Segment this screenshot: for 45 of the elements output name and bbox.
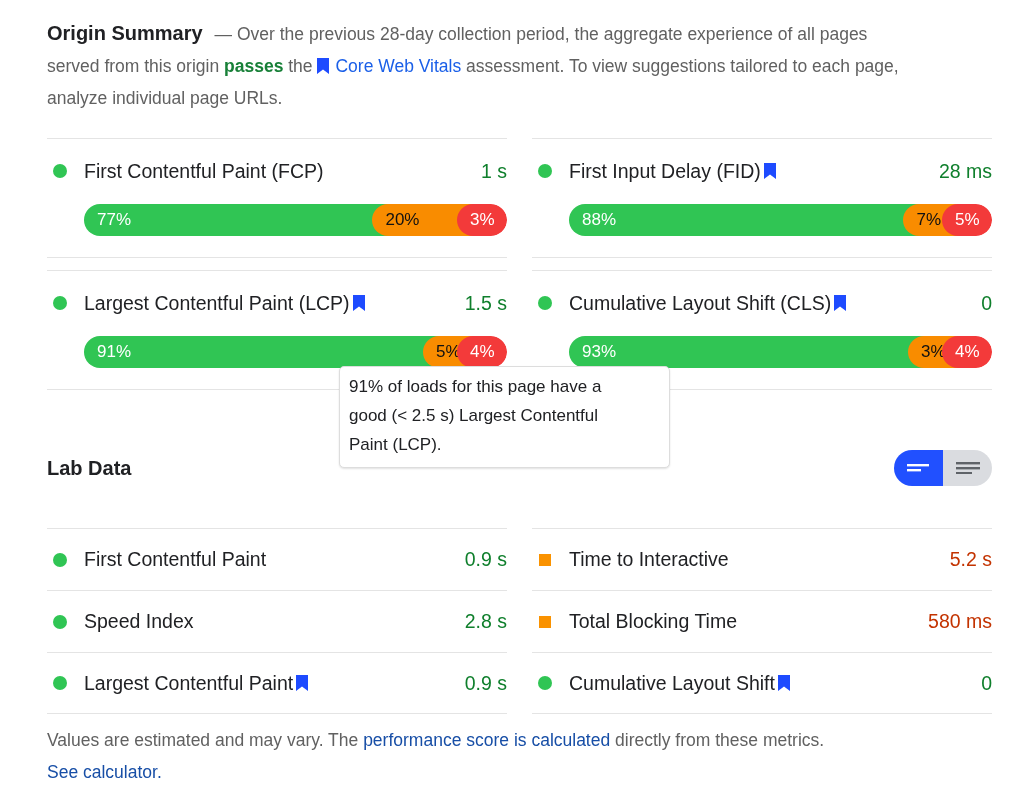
- metric-value: 580 ms: [928, 610, 992, 633]
- view-toggle-button[interactable]: [943, 450, 992, 486]
- dot-icon: [53, 614, 67, 629]
- metric-value: 0: [981, 671, 992, 695]
- metric-value: 28 ms: [938, 159, 992, 183]
- dot-icon: [53, 164, 67, 178]
- metric-name: First Input Delay (FID): [569, 159, 761, 183]
- metric-value: 0.9 s: [464, 671, 507, 695]
- summary-description: Origin Summary — Over the previous 28-day collection period, the aggregate experience of all pages served from this origin passes the Core Web Vitals assessment. To view suggestions tailored to each page, analyze individual page URLs.: [47, 21, 900, 110]
- tooltip: 91% of loads for this page have a good (< 2.5 s) Largest Contentful Paint (LCP).: [339, 366, 670, 468]
- dot-icon: [53, 676, 67, 690]
- metric-name: Speed Index: [84, 610, 194, 633]
- square-icon: [539, 615, 551, 628]
- calculator-link[interactable]: See calculator.: [47, 762, 162, 782]
- metric-value: 2.8 s: [464, 610, 507, 633]
- section-title: Lab Data: [47, 456, 132, 480]
- distribution-segment: 5%: [942, 204, 992, 236]
- metric-value: 1.5 s: [464, 291, 507, 315]
- dot-icon: [538, 676, 552, 690]
- metric-name: First Contentful Paint (FCP): [84, 159, 324, 183]
- core-web-vitals-link[interactable]: Core Web Vitals: [317, 56, 462, 76]
- metric-value: 1 s: [481, 159, 507, 183]
- distribution-segment: 4%: [942, 336, 992, 368]
- metric-value: 0.9 s: [464, 548, 507, 571]
- footer-note: Values are estimated and may vary. The performance score is calculated directly from these metrics. See calculator.: [47, 729, 826, 784]
- dot-icon: [538, 164, 552, 178]
- dot-icon: [538, 296, 552, 310]
- square-icon: [539, 553, 551, 566]
- metric-name: Cumulative Layout Shift: [569, 671, 775, 695]
- metric-value: 5.2 s: [949, 548, 992, 571]
- metric-name: Largest Contentful Paint: [84, 671, 294, 695]
- dot-icon: [53, 296, 67, 310]
- metric-value: 0: [981, 291, 992, 315]
- list-icon: [955, 461, 980, 475]
- performance-score-link[interactable]: performance score is calculated: [363, 730, 611, 750]
- lines-icon: [906, 464, 931, 472]
- view-toggle-button[interactable]: [894, 450, 943, 486]
- metric-name: First Contentful Paint: [84, 548, 267, 571]
- metric-name: Cumulative Layout Shift (CLS): [569, 291, 832, 315]
- distribution-segment: 3%: [457, 204, 507, 236]
- metric-name: Largest Contentful Paint (LCP): [84, 291, 350, 315]
- metric-name: Total Blocking Time: [569, 610, 737, 633]
- bookmark-icon: [317, 58, 330, 74]
- dot-icon: [53, 552, 67, 567]
- metric-name: Time to Interactive: [569, 548, 729, 571]
